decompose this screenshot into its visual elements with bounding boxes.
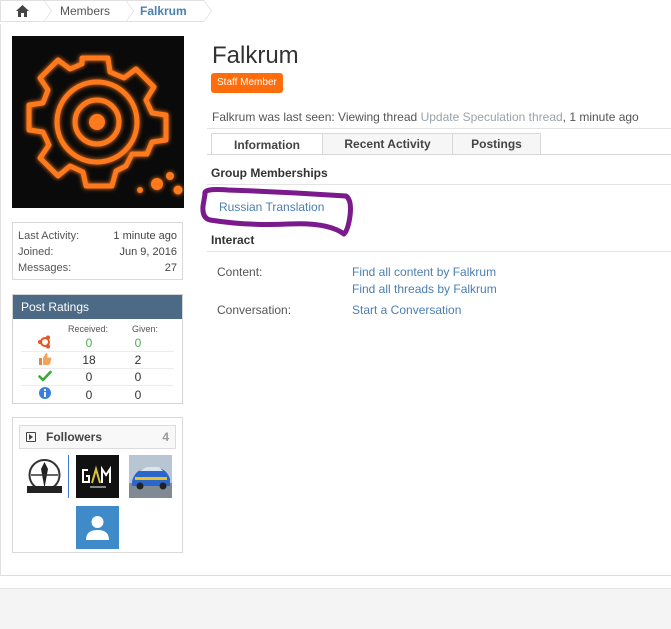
tab-underline (207, 154, 671, 155)
stat-value: 27 (164, 262, 177, 274)
col-received: Received: (67, 324, 108, 334)
find-all-content-link[interactable]: Find all content by Falkrum (352, 265, 496, 279)
home-icon (16, 5, 29, 17)
staff-badge: Staff Member (211, 73, 283, 93)
rating-row: 0 0 (21, 335, 174, 352)
tab-recent-activity[interactable]: Recent Activity (322, 133, 453, 154)
checkmark-icon (38, 370, 52, 381)
stat-joined: Joined: Jun 9, 2016 (18, 244, 177, 260)
last-seen-prefix: Falkrum was last seen: Viewing thread (212, 110, 418, 124)
breadcrumb-members[interactable]: Members (44, 0, 134, 22)
member-stats: Last Activity: 1 minute ago Joined: Jun … (12, 222, 183, 280)
follower-divider (68, 455, 69, 498)
followers-box: Followers 4 (12, 417, 183, 553)
last-seen-suffix: , 1 minute ago (562, 110, 639, 124)
follower-avatar[interactable] (76, 455, 119, 498)
followers-header[interactable]: Followers 4 (19, 425, 176, 449)
group-memberships-title: Group Memberships (211, 166, 328, 180)
rating-given: 0 (134, 370, 142, 384)
post-ratings-columns: Received: Given: (13, 319, 182, 335)
breadcrumb: Members Falkrum (0, 0, 212, 22)
rating-given: 2 (134, 353, 142, 367)
group-link-russian-translation[interactable]: Russian Translation (219, 200, 324, 214)
divider (207, 251, 671, 252)
rating-received: 0 (85, 370, 93, 384)
breadcrumb-current[interactable]: Falkrum (126, 0, 212, 22)
profile-tabs: Information Recent Activity Postings (211, 133, 541, 155)
follower-avatar[interactable] (23, 455, 66, 498)
info-icon (39, 387, 51, 399)
stat-label: Messages: (18, 262, 72, 274)
stat-value: Jun 9, 2016 (119, 246, 178, 258)
content-label: Content: (217, 265, 263, 279)
followers-count: 4 (162, 430, 169, 444)
rating-given: 0 (134, 387, 142, 402)
stat-label: Last Activity: (18, 230, 80, 242)
divider (207, 128, 671, 129)
divider (207, 184, 671, 185)
thumbs-up-icon (39, 352, 52, 365)
stat-value: 1 minute ago (113, 230, 177, 242)
follower-avatar[interactable] (129, 455, 172, 498)
followers-title: Followers (46, 430, 103, 444)
tab-information[interactable]: Information (211, 133, 323, 155)
rating-row: 0 0 (21, 386, 174, 403)
gear-logo-image (26, 55, 183, 195)
start-conversation-link[interactable]: Start a Conversation (352, 303, 461, 317)
ubuntu-icon (38, 335, 50, 348)
last-seen-thread-link[interactable]: Update Speculation thread (421, 110, 563, 124)
last-seen: Falkrum was last seen: Viewing thread Up… (212, 110, 639, 124)
profile-avatar[interactable] (12, 36, 184, 208)
follower-avatar[interactable] (76, 506, 119, 549)
stat-messages: Messages: 27 (18, 260, 177, 276)
profile-name: Falkrum (212, 42, 299, 69)
post-ratings-title: Post Ratings (13, 295, 182, 319)
col-given: Given: (131, 324, 158, 334)
rating-received: 0 (85, 387, 93, 402)
tab-postings[interactable]: Postings (452, 133, 541, 154)
play-icon (26, 432, 36, 442)
rating-received: 18 (82, 353, 96, 367)
interact-title: Interact (211, 233, 255, 247)
find-all-threads-link[interactable]: Find all threads by Falkrum (352, 282, 497, 296)
conversation-label: Conversation: (217, 303, 292, 317)
breadcrumb-home[interactable] (0, 0, 52, 22)
footer-strip (0, 588, 671, 629)
stat-label: Joined: (18, 246, 54, 258)
post-ratings-box: Post Ratings Received: Given: 0 0 18 2 0… (12, 294, 183, 404)
rating-row: 0 0 (21, 369, 174, 386)
rating-given: 0 (134, 336, 142, 350)
rating-received: 0 (85, 336, 93, 350)
rating-row: 18 2 (21, 352, 174, 369)
stat-last-activity: Last Activity: 1 minute ago (18, 228, 177, 244)
